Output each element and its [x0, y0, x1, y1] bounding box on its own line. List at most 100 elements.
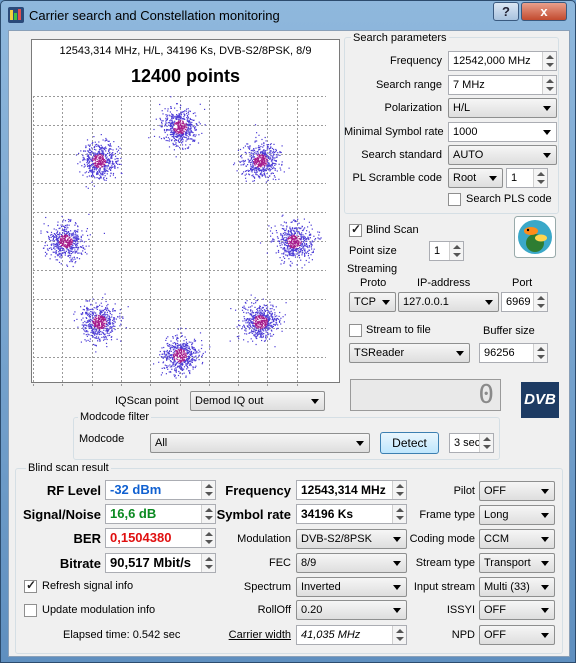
result-frequency-label: Frequency	[225, 483, 291, 498]
result-frequency-spinner[interactable]	[392, 481, 406, 499]
input-stream-value: Multi (33)	[484, 581, 530, 593]
chevron-down-icon	[541, 489, 549, 494]
spectrum-select[interactable]: Inverted	[296, 577, 407, 597]
constellation-panel: 12543,314 MHz, H/L, 34196 Ks, DVB-S2/8PS…	[31, 39, 340, 386]
point-size-spinner[interactable]	[449, 242, 463, 260]
issyi-label: ISSYI	[446, 604, 475, 616]
search-pls-label: Search PLS code	[466, 193, 552, 205]
signal-noise-value: 16,6 dB	[110, 506, 157, 521]
point-size-label: Point size	[349, 245, 397, 257]
help-button[interactable]: ?	[493, 2, 519, 21]
buffer-size-value: 96256	[484, 347, 515, 359]
pl-scramble-input[interactable]: 1	[506, 168, 548, 188]
pl-scramble-mode-select[interactable]: Root	[448, 168, 503, 188]
polarization-select[interactable]: H/L	[448, 98, 557, 118]
proto-label: Proto	[360, 277, 387, 289]
chevron-down-icon	[489, 176, 497, 181]
modulation-value: DVB-S2/8PSK	[301, 533, 372, 545]
coding-mode-select[interactable]: CCM	[479, 529, 555, 549]
frame-type-select[interactable]: Long	[479, 505, 555, 525]
blind-scan-checkbox[interactable]	[349, 222, 362, 237]
rf-level-label: RF Level	[46, 483, 101, 498]
chevron-down-icon	[393, 537, 401, 542]
app-icon	[8, 7, 24, 23]
constellation-cluster-4	[153, 327, 211, 379]
chevron-down-icon	[382, 300, 390, 305]
pilot-select[interactable]: OFF	[479, 481, 555, 501]
point-size-value: 1	[434, 245, 441, 257]
input-stream-select[interactable]: Multi (33)	[479, 577, 555, 597]
port-label: Port	[512, 277, 533, 289]
chevron-down-icon	[393, 608, 401, 613]
constellation-info: 12543,314 MHz, H/L, 34196 Ks, DVB-S2/8PS…	[59, 45, 312, 57]
issyi-value: OFF	[484, 604, 506, 616]
buffer-size-spinner[interactable]	[533, 344, 547, 362]
stream-to-file-checkbox[interactable]	[349, 324, 362, 337]
refresh-signal-checkbox[interactable]	[24, 578, 37, 593]
chevron-down-icon	[543, 106, 551, 111]
fec-select[interactable]: 8/9	[296, 553, 407, 573]
fec-label: FEC	[269, 557, 291, 569]
chevron-down-icon	[393, 585, 401, 590]
port-input[interactable]: 6969	[501, 292, 548, 312]
interval-input[interactable]: 3 sec	[449, 433, 494, 453]
frequency-spinner[interactable]	[542, 52, 556, 70]
carrier-width-spinner[interactable]	[392, 626, 406, 644]
search-range-spinner[interactable]	[542, 76, 556, 94]
blind-scan-label: Blind Scan	[366, 224, 419, 236]
symbol-rate-value: 34196 Ks	[301, 507, 354, 521]
chevron-down-icon	[456, 351, 464, 356]
streaming-title: Streaming	[347, 263, 398, 275]
dvb-logo: DVB	[521, 382, 559, 418]
buffer-size-input[interactable]: 96256	[479, 343, 548, 363]
close-button[interactable]: x	[521, 2, 567, 21]
chevron-down-icon	[543, 153, 551, 158]
rolloff-value: 0.20	[301, 604, 323, 616]
constellation-plot	[33, 96, 326, 386]
chevron-down-icon	[393, 561, 401, 566]
update-modulation-checkbox[interactable]	[24, 604, 37, 617]
detect-button[interactable]: Detect	[380, 432, 439, 454]
input-stream-label: Input stream	[413, 581, 475, 593]
proto-select[interactable]: TCP	[349, 292, 396, 312]
result-frequency-field: 12543,314 MHz	[296, 480, 407, 500]
search-pls-checkbox[interactable]	[448, 193, 461, 206]
reader-select[interactable]: TSReader	[349, 343, 470, 363]
rf-level-value: -32 dBm	[110, 482, 162, 497]
issyi-select[interactable]: OFF	[479, 600, 555, 620]
search-range-input[interactable]: 7 MHz	[448, 75, 557, 95]
blind-scan-result-title: Blind scan result	[26, 462, 111, 474]
port-spinner[interactable]	[533, 293, 547, 311]
min-symbol-rate-select[interactable]: 1000	[448, 122, 557, 142]
frequency-input[interactable]: 12542,000 MHz	[448, 51, 557, 71]
modcode-select[interactable]: All	[150, 433, 370, 453]
signal-noise-label: Signal/Noise	[22, 507, 101, 522]
polarization-value: H/L	[453, 102, 471, 114]
chevron-down-icon	[356, 441, 364, 446]
rolloff-select[interactable]: 0.20	[296, 600, 407, 620]
iqscan-point-select[interactable]: Demod IQ out	[190, 391, 325, 411]
interval-spinner[interactable]	[479, 434, 493, 452]
pl-scramble-spinner[interactable]	[533, 169, 547, 187]
modulation-select[interactable]: DVB-S2/8PSK	[296, 529, 407, 549]
chevron-down-icon	[541, 633, 549, 638]
symbol-rate-spinner[interactable]	[392, 505, 406, 523]
window-title: Carrier search and Constellation monitor…	[29, 8, 280, 23]
interval-value: 3 sec	[454, 437, 481, 449]
result-frequency-value: 12543,314 MHz	[301, 483, 386, 497]
constellation-cluster-0	[148, 96, 206, 158]
stream-type-select[interactable]: Transport	[479, 553, 555, 573]
npd-select[interactable]: OFF	[479, 625, 555, 645]
min-symbol-rate-value: 1000	[453, 126, 478, 138]
pl-scramble-label: PL Scramble code	[352, 172, 442, 184]
search-standard-select[interactable]: AUTO	[448, 145, 557, 165]
npd-label: NPD	[451, 629, 475, 641]
ip-address-label: IP-address	[417, 277, 471, 289]
modcode-filter-title: Modcode filter	[78, 411, 152, 423]
point-size-input[interactable]: 1	[429, 241, 464, 261]
stream-type-value: Transport	[484, 557, 531, 569]
ip-address-select[interactable]: 127.0.0.1	[398, 292, 499, 312]
title-bar: Carrier search and Constellation monitor…	[1, 1, 575, 29]
ber-label: BER	[73, 531, 101, 546]
modulation-label: Modulation	[237, 533, 291, 545]
